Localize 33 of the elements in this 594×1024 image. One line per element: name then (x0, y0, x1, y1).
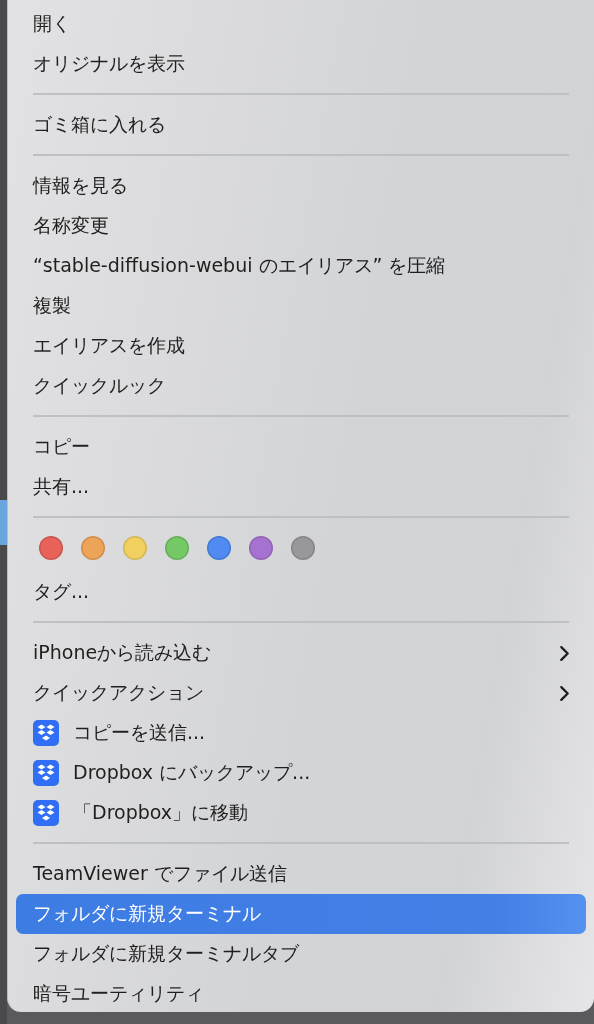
menu-item[interactable]: コピー (16, 427, 586, 467)
tag-color-dot[interactable] (207, 536, 231, 560)
menu-item[interactable]: TeamViewer でファイル送信 (16, 854, 586, 894)
menu-item[interactable]: 共有... (16, 467, 586, 507)
menu-item[interactable]: コピーを送信... (16, 713, 586, 753)
tag-color-dot[interactable] (39, 536, 63, 560)
dropbox-icon (33, 800, 59, 826)
chevron-right-icon (559, 644, 570, 662)
dropbox-icon (33, 720, 59, 746)
menu-item[interactable]: エイリアスを作成 (16, 326, 586, 366)
menu-item[interactable]: フォルダに新規ターミナルタブ (16, 934, 586, 974)
tag-color-dot[interactable] (249, 536, 273, 560)
menu-item[interactable]: iPhoneから読み込む (16, 633, 586, 673)
menu-item[interactable]: 「Dropbox」に移動 (16, 793, 586, 833)
menu-item[interactable]: 暗号ユーティリティ (16, 974, 586, 1014)
dropbox-icon (33, 760, 59, 786)
menu-item[interactable]: クイックアクション (16, 673, 586, 713)
menu-item[interactable]: ゴミ箱に入れる (16, 105, 586, 145)
menu-item[interactable]: 複製 (16, 286, 586, 326)
menu-item[interactable]: オリジナルを表示 (16, 44, 586, 84)
tag-color-dot[interactable] (165, 536, 189, 560)
menu-item[interactable]: Dropbox にバックアップ... (16, 753, 586, 793)
chevron-right-icon (559, 684, 570, 702)
menu-item[interactable]: 名称変更 (16, 206, 586, 246)
menu-item[interactable]: クイックルック (16, 366, 586, 406)
tag-color-dot[interactable] (81, 536, 105, 560)
menu-item[interactable]: 開く (16, 4, 586, 44)
tag-color-dot[interactable] (123, 536, 147, 560)
menu-item[interactable]: タグ... (16, 572, 586, 612)
tag-color-dot[interactable] (291, 536, 315, 560)
menu-item[interactable]: フォルダに新規ターミナル (16, 894, 586, 934)
menu-item[interactable]: “stable-diffusion-webui のエイリアス” を圧縮 (16, 246, 586, 286)
menu-item[interactable]: 情報を見る (16, 166, 586, 206)
